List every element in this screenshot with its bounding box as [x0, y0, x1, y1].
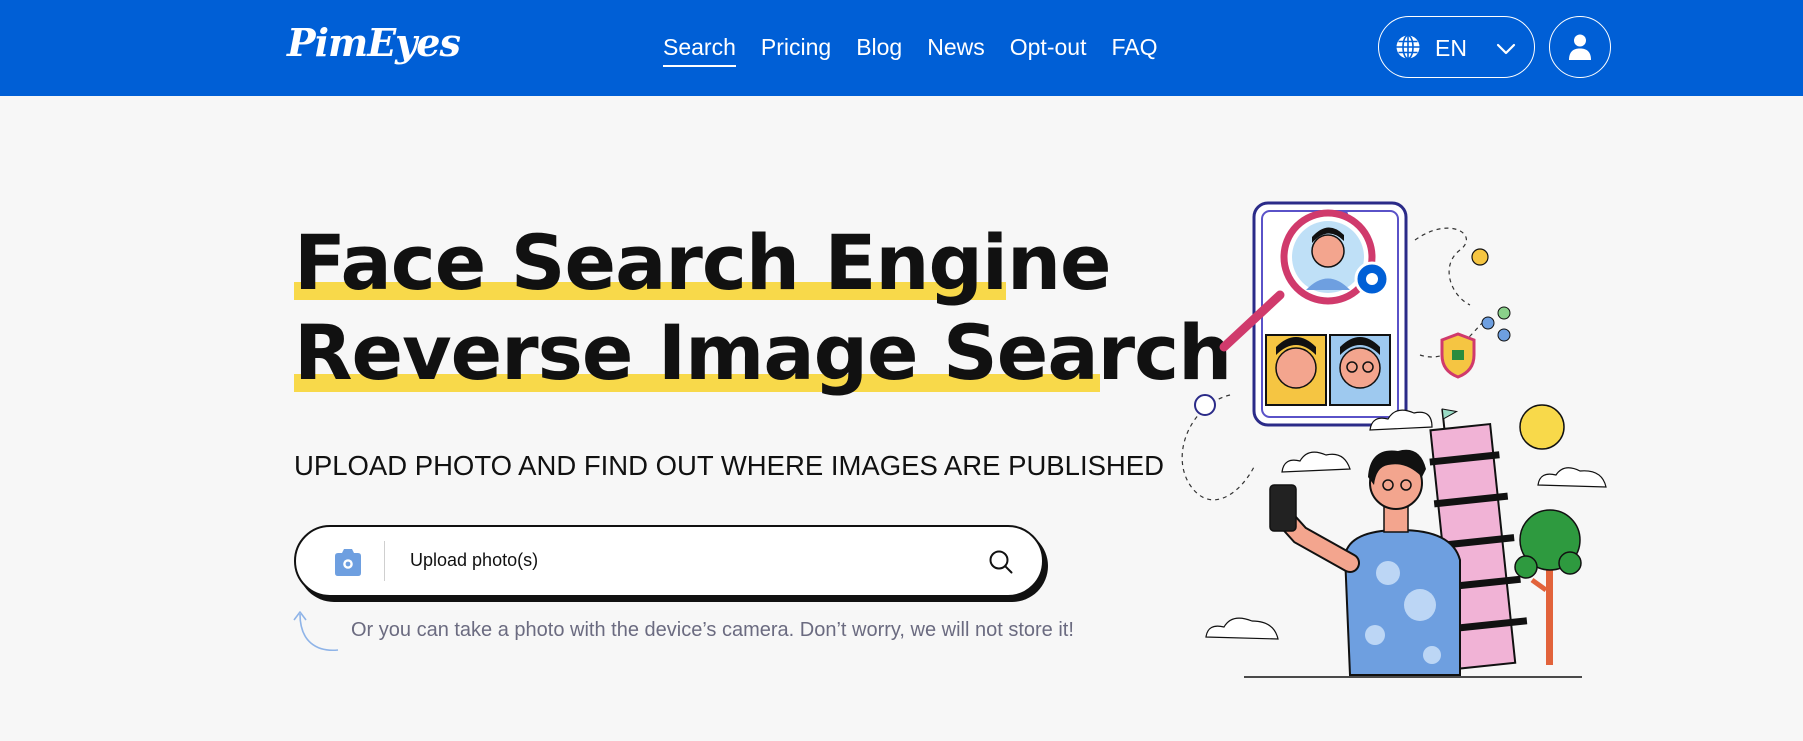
hero-title-line-2: Reverse Image Search: [294, 308, 1232, 397]
nav-item-faq[interactable]: FAQ: [1111, 33, 1157, 67]
chevron-down-icon: [1496, 43, 1516, 55]
language-code: EN: [1435, 35, 1467, 61]
nav-item-news[interactable]: News: [927, 33, 985, 67]
camera-icon[interactable]: [332, 547, 364, 577]
curved-arrow-icon: [293, 611, 339, 652]
upload-photo-bar[interactable]: Upload photo(s): [294, 525, 1044, 597]
hero-subtitle: UPLOAD PHOTO AND FIND OUT WHERE IMAGES A…: [294, 450, 1164, 481]
account-button[interactable]: [1549, 16, 1611, 78]
main-nav: Search Pricing Blog News Opt-out FAQ: [663, 33, 1157, 67]
camera-hint-text: Or you can take a photo with the device’…: [351, 619, 1074, 641]
language-selector[interactable]: EN: [1378, 16, 1535, 78]
nav-item-opt-out[interactable]: Opt-out: [1010, 33, 1087, 67]
pimeyes-logo[interactable]: PimEyes: [287, 20, 461, 65]
upload-photo-label[interactable]: Upload photo(s): [410, 550, 538, 571]
upload-divider: [384, 541, 385, 581]
nav-item-pricing[interactable]: Pricing: [761, 33, 831, 67]
top-navigation-bar: PimEyes Search Pricing Blog News Opt-out…: [0, 0, 1803, 96]
nav-item-search[interactable]: Search: [663, 33, 736, 67]
hero-illustration: [1181, 201, 1607, 678]
globe-icon: [1396, 34, 1420, 60]
hero-title-line-1: Face Search Engine: [294, 218, 1112, 307]
user-icon: [1569, 34, 1591, 60]
search-icon[interactable]: [988, 549, 1014, 575]
nav-item-blog[interactable]: Blog: [856, 33, 902, 67]
